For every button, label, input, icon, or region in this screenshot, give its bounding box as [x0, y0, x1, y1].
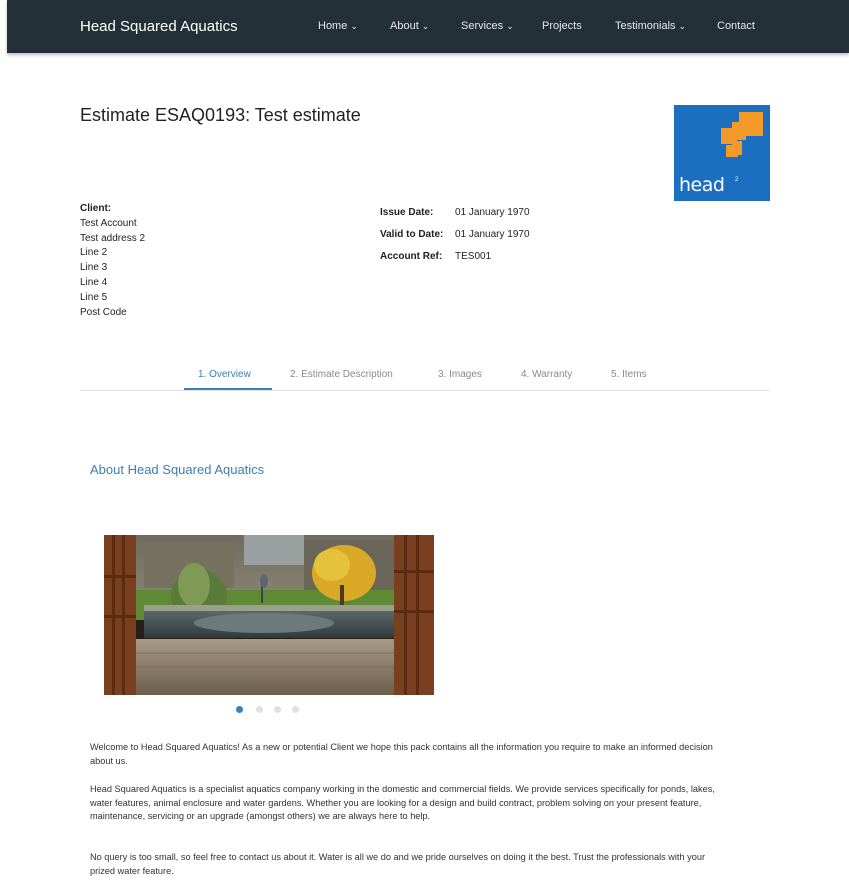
nav-testimonials[interactable]: Testimonials ⌄ [615, 20, 686, 32]
issue-date-row: Issue Date: 01 January 1970 [380, 207, 530, 218]
company-logo: head 2 [674, 105, 770, 201]
logo-wordmark: head [679, 174, 725, 196]
client-address: Client: Test Account Test address 2 Line… [80, 202, 145, 320]
top-navbar: Head Squared Aquatics Home ⌄ About ⌄ Servi… [7, 0, 849, 53]
tab-overview[interactable]: 1. Overview [198, 369, 251, 380]
nav-home[interactable]: Home ⌄ [318, 20, 358, 32]
nav-services[interactable]: Services ⌄ [461, 20, 514, 32]
valid-date-row: Valid to Date: 01 January 1970 [380, 229, 530, 240]
chevron-down-icon: ⌄ [506, 21, 514, 31]
client-line: Test Account [80, 217, 137, 229]
nav-contact-label: Contact [717, 20, 755, 32]
nav-projects-label: Projects [542, 20, 582, 32]
brand-link[interactable]: Head Squared Aquatics [80, 18, 238, 35]
carousel-dot[interactable] [256, 706, 263, 713]
tab-warranty[interactable]: 4. Warranty [521, 369, 572, 380]
carousel-image[interactable] [104, 535, 434, 695]
client-line: Test address 2 [80, 232, 146, 244]
page-title: Estimate ESAQ0193: Test estimate [80, 105, 361, 125]
nav-home-label: Home [318, 20, 348, 32]
nav-services-label: Services [461, 20, 504, 32]
account-ref-row: Account Ref: TES001 [380, 251, 491, 262]
tab-estimate-description[interactable]: 2. Estimate Description [290, 369, 393, 380]
issue-date-value: 01 January 1970 [455, 207, 530, 218]
carousel-dot[interactable] [236, 706, 243, 713]
client-label: Client: [80, 203, 112, 214]
carousel-dot[interactable] [292, 706, 299, 713]
estimate-tabs: 1. Overview 2. Estimate Description 3. I… [80, 360, 770, 391]
nav-testimonials-label: Testimonials [615, 20, 676, 32]
valid-date-value: 01 January 1970 [455, 229, 530, 240]
account-ref-label: Account Ref: [380, 251, 443, 262]
valid-date-label: Valid to Date: [380, 229, 444, 240]
client-line: Line 2 [80, 247, 108, 259]
chevron-down-icon: ⌄ [421, 21, 430, 31]
chevron-down-icon: ⌄ [350, 21, 358, 31]
client-line: Post Code [80, 306, 127, 318]
client-line: Line 3 [80, 262, 108, 274]
nav-about[interactable]: About ⌄ [390, 20, 429, 32]
chevron-down-icon: ⌄ [678, 21, 687, 31]
tab-items[interactable]: 5. Items [611, 369, 647, 380]
nav-projects[interactable]: Projects [542, 20, 582, 32]
intro-paragraph: Welcome to Head Squared Aquatics! As a n… [90, 742, 713, 766]
issue-date-label: Issue Date: [380, 207, 434, 218]
pond-garden-photo [104, 535, 434, 695]
about-paragraph: Head Squared Aquatics is a specialist aq… [90, 784, 715, 821]
contact-paragraph: No query is too small, so feel free to c… [90, 852, 706, 876]
client-line: Line 4 [80, 276, 108, 288]
nav-contact[interactable]: Contact [717, 20, 755, 32]
client-line: Line 5 [80, 291, 108, 303]
active-tab-indicator [184, 388, 272, 390]
section-heading: About Head Squared Aquatics [90, 462, 265, 477]
nav-about-label: About [390, 20, 419, 32]
carousel-dot[interactable] [274, 706, 281, 713]
account-ref-value: TES001 [455, 251, 492, 262]
tab-images[interactable]: 3. Images [438, 369, 482, 380]
logo-superscript: 2 [735, 177, 739, 183]
